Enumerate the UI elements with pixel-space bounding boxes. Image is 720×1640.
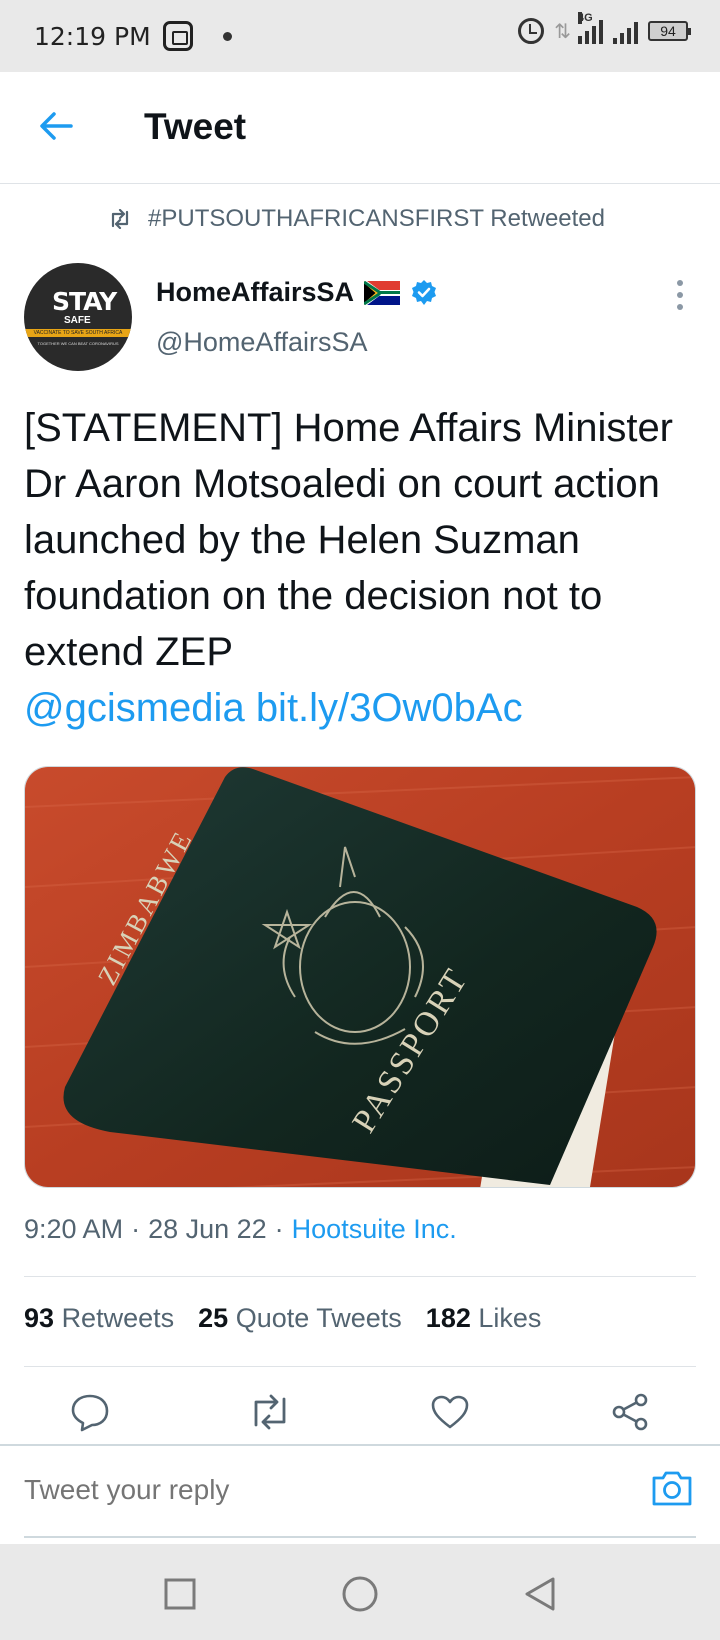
reply-input[interactable] xyxy=(24,1474,584,1506)
tweet-source-link[interactable]: Hootsuite Inc. xyxy=(292,1214,457,1245)
more-dot-icon xyxy=(677,304,683,310)
arrow-left-icon xyxy=(40,112,73,140)
camera-icon xyxy=(652,1471,692,1506)
retweet-button[interactable] xyxy=(246,1388,294,1436)
more-dot-icon xyxy=(677,292,683,298)
passport-photo: ZIMBABWE PASSPORT xyxy=(25,767,695,1187)
retweet-icon xyxy=(111,209,129,229)
tweet-header: Tweet xyxy=(0,72,720,184)
quotes-count: 25 xyxy=(198,1303,229,1333)
mention-link[interactable]: @gcismedia xyxy=(24,686,245,730)
gallery-notification-icon xyxy=(162,21,193,51)
status-bar: 12:19 PM ⇅ 4G 94 xyxy=(0,0,720,72)
heart-icon xyxy=(431,1395,469,1429)
status-time: 12:19 PM xyxy=(34,21,151,51)
square-icon xyxy=(164,1578,196,1610)
more-options-button[interactable] xyxy=(668,280,692,310)
tweet-text: [STATEMENT] Home Affairs Minister Dr Aar… xyxy=(24,400,696,736)
home-button[interactable] xyxy=(340,1574,380,1614)
share-icon xyxy=(612,1393,648,1431)
tweet-time: 9:20 AM xyxy=(24,1214,124,1244)
url-link[interactable]: bit.ly/3Ow0bAc xyxy=(256,686,523,730)
verified-badge-icon xyxy=(412,279,437,305)
circle-icon xyxy=(342,1576,378,1612)
meta-separator: · xyxy=(131,1214,141,1244)
triangle-back-icon xyxy=(525,1577,555,1611)
avatar-logo-band: VACCINATE TO SAVE SOUTH AFRICA xyxy=(24,329,132,337)
share-button[interactable] xyxy=(606,1388,654,1436)
back-button[interactable] xyxy=(36,106,76,146)
back-nav-button[interactable] xyxy=(520,1574,560,1614)
like-button[interactable] xyxy=(426,1388,474,1436)
author-name-row[interactable]: HomeAffairsSA xyxy=(156,277,438,308)
tweet-body: [STATEMENT] Home Affairs Minister Dr Aar… xyxy=(24,406,674,674)
data-transfer-icon: ⇅ xyxy=(554,20,571,43)
retweets-count: 93 xyxy=(24,1303,55,1333)
reply-icon xyxy=(71,1394,109,1432)
reply-composer xyxy=(0,1444,720,1544)
south-africa-flag-icon xyxy=(364,280,401,305)
tweet-date: 28 Jun 22 xyxy=(148,1214,267,1244)
system-nav-bar xyxy=(0,1544,720,1640)
quote-tweets-stat[interactable]: 25 Quote Tweets xyxy=(198,1303,402,1334)
reply-underline xyxy=(24,1536,696,1538)
retweet-icon xyxy=(254,1394,286,1430)
likes-count: 182 xyxy=(425,1303,471,1333)
tweet-media-image[interactable]: ZIMBABWE PASSPORT xyxy=(24,766,696,1188)
author-handle[interactable]: @HomeAffairsSA xyxy=(156,327,367,358)
signal-4g-icon: 4G xyxy=(578,12,603,44)
tweet-actions xyxy=(0,1388,720,1444)
divider xyxy=(24,1366,696,1367)
more-dot-icon xyxy=(677,280,683,286)
retweets-label: Retweets xyxy=(61,1303,175,1333)
likes-stat[interactable]: 182 Likes xyxy=(426,1303,542,1334)
divider xyxy=(24,1276,696,1277)
likes-label: Likes xyxy=(478,1303,542,1333)
retweet-context[interactable]: #PUTSOUTHAFRICANSFIRST Retweeted xyxy=(108,205,605,233)
battery-icon: 94 xyxy=(648,21,691,41)
avatar-logo-text: STAY xyxy=(52,287,117,316)
reply-button[interactable] xyxy=(66,1388,114,1436)
avatar-logo-subtext: SAFE xyxy=(64,315,91,326)
tweet-meta: 9:20 AM · 28 Jun 22 · Hootsuite Inc. xyxy=(24,1214,457,1245)
meta-separator: · xyxy=(274,1214,284,1244)
quotes-label: Quote Tweets xyxy=(235,1303,402,1333)
page-title: Tweet xyxy=(144,106,247,147)
avatar-logo-small: TOGETHER WE CAN BEAT CORONAVIRUS xyxy=(37,341,119,346)
recents-button[interactable] xyxy=(160,1574,200,1614)
camera-button[interactable] xyxy=(650,1468,694,1508)
alarm-icon xyxy=(518,18,545,44)
retweets-stat[interactable]: 93 Retweets xyxy=(24,1303,174,1334)
tweet-stats: 93 Retweets 25 Quote Tweets 182 Likes xyxy=(24,1303,541,1334)
retweet-context-label: #PUTSOUTHAFRICANSFIRST Retweeted xyxy=(148,205,605,232)
author-display-name[interactable]: HomeAffairsSA xyxy=(156,277,354,308)
network-type-label: 4G xyxy=(578,12,593,24)
avatar[interactable]: STAY SAFE VACCINATE TO SAVE SOUTH AFRICA… xyxy=(24,263,132,371)
notification-dot-icon xyxy=(222,31,232,41)
signal-strength-icon xyxy=(613,18,638,44)
